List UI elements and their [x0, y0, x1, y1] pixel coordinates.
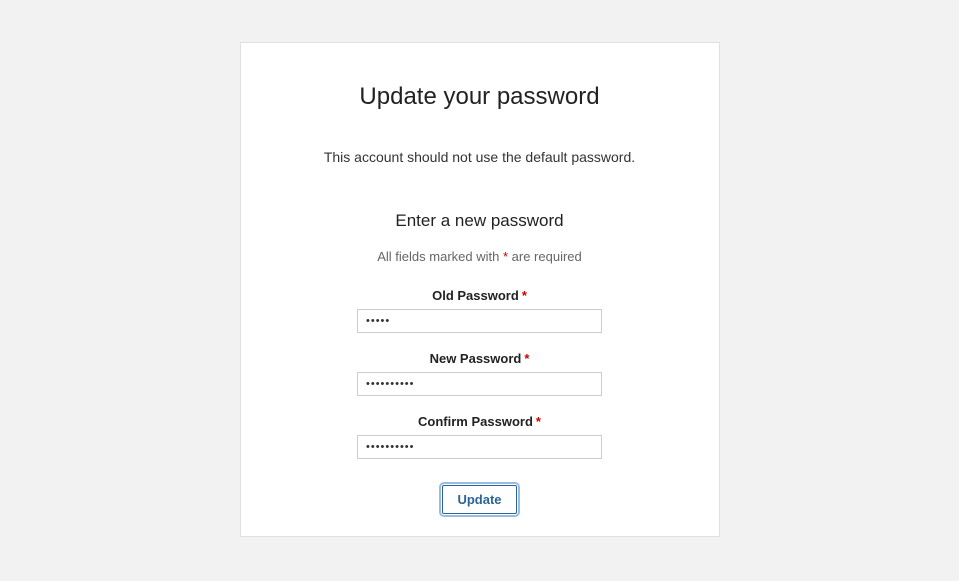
required-star-icon: *: [524, 351, 529, 366]
old-password-group: Old Password*: [241, 288, 719, 333]
page-title: Update your password: [241, 83, 719, 111]
required-note-prefix: All fields marked with: [377, 249, 503, 264]
update-button[interactable]: Update: [442, 485, 516, 514]
section-title: Enter a new password: [241, 211, 719, 231]
old-password-label-text: Old Password: [432, 288, 519, 303]
required-note-suffix: are required: [508, 249, 582, 264]
required-fields-note: All fields marked with * are required: [241, 249, 719, 264]
old-password-label: Old Password*: [241, 288, 719, 303]
old-password-input[interactable]: [357, 309, 602, 333]
page-subtitle: This account should not use the default …: [241, 149, 719, 165]
update-password-card: Update your password This account should…: [240, 42, 720, 537]
required-star-icon: *: [536, 414, 541, 429]
confirm-password-group: Confirm Password*: [241, 414, 719, 459]
confirm-password-input[interactable]: [357, 435, 602, 459]
new-password-input[interactable]: [357, 372, 602, 396]
required-star-icon: *: [522, 288, 527, 303]
confirm-password-label: Confirm Password*: [241, 414, 719, 429]
confirm-password-label-text: Confirm Password: [418, 414, 533, 429]
new-password-group: New Password*: [241, 351, 719, 396]
new-password-label-text: New Password: [430, 351, 522, 366]
new-password-label: New Password*: [241, 351, 719, 366]
